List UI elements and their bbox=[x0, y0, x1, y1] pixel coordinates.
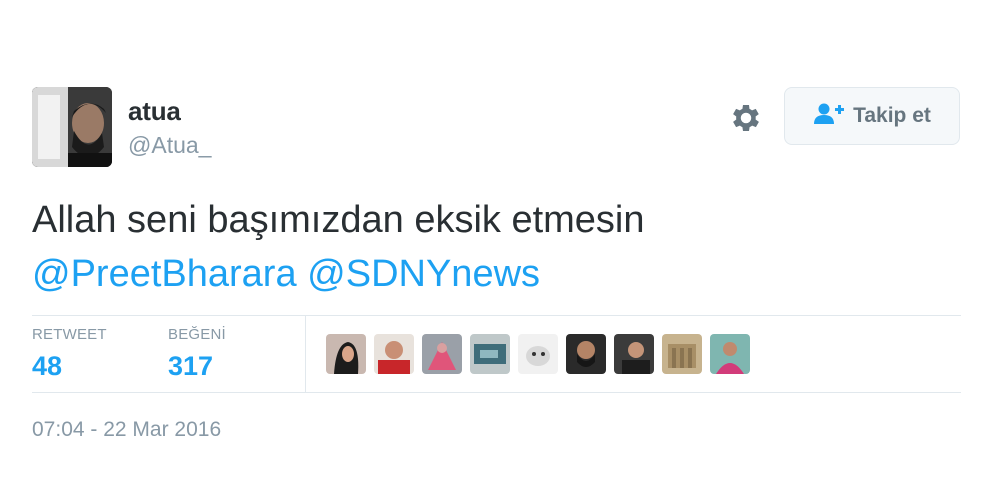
likers-list bbox=[326, 334, 750, 374]
avatar[interactable] bbox=[32, 87, 112, 167]
retweet-count: 48 bbox=[32, 351, 63, 381]
gear-icon[interactable] bbox=[728, 100, 764, 136]
like-count: 317 bbox=[168, 351, 214, 381]
liker-avatar[interactable] bbox=[374, 334, 414, 374]
like-label: BEĞENİ bbox=[168, 326, 226, 343]
liker-avatar[interactable] bbox=[470, 334, 510, 374]
retweet-stat[interactable]: RETWEET 48 bbox=[32, 326, 107, 382]
retweet-label: RETWEET bbox=[32, 326, 107, 343]
tweet-body: Allah seni başımızdan eksik etmesin bbox=[32, 199, 645, 241]
screen-name[interactable]: @Atua_ bbox=[128, 132, 211, 159]
mention-link[interactable]: @PreetBharara bbox=[32, 253, 297, 295]
liker-avatar[interactable] bbox=[422, 334, 462, 374]
liker-avatar[interactable] bbox=[614, 334, 654, 374]
stats-separator bbox=[305, 316, 306, 392]
divider bbox=[32, 392, 961, 393]
liker-avatar[interactable] bbox=[662, 334, 702, 374]
avatar-image bbox=[32, 87, 112, 167]
liker-avatar[interactable] bbox=[566, 334, 606, 374]
like-stat[interactable]: BEĞENİ 317 bbox=[168, 326, 226, 382]
liker-avatar[interactable] bbox=[518, 334, 558, 374]
follow-label: Takip et bbox=[853, 104, 931, 127]
display-name[interactable]: atua bbox=[128, 96, 181, 127]
tweet-timestamp[interactable]: 07:04 - 22 Mar 2016 bbox=[32, 418, 221, 442]
liker-avatar[interactable] bbox=[710, 334, 750, 374]
tweet-text: Allah seni başımızdan eksik etmesin @Pre… bbox=[32, 193, 932, 301]
add-user-icon bbox=[813, 102, 845, 131]
liker-avatar[interactable] bbox=[326, 334, 366, 374]
mention-link[interactable]: @SDNYnews bbox=[307, 253, 540, 295]
follow-button[interactable]: Takip et bbox=[784, 87, 960, 145]
divider bbox=[32, 315, 961, 316]
